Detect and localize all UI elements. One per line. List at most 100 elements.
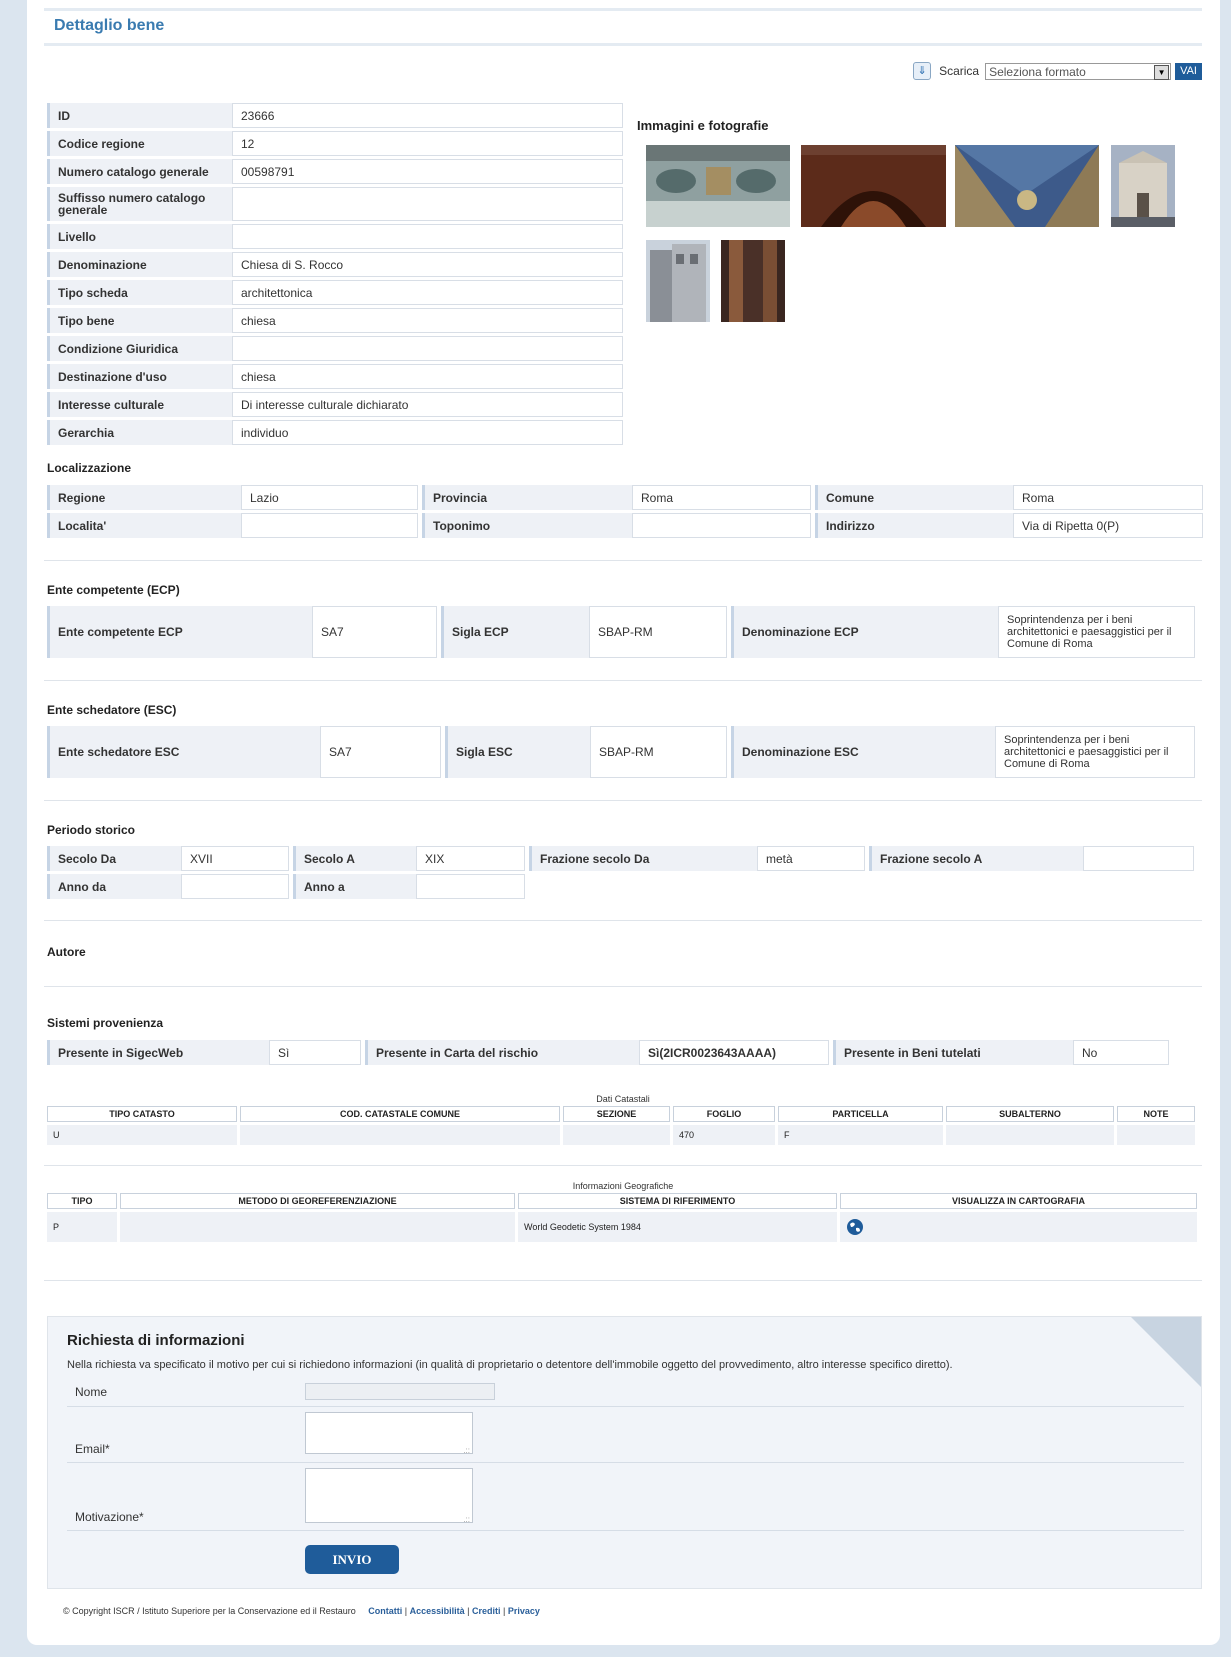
detail-label: ID: [47, 103, 232, 128]
detail-label: Denominazione: [47, 252, 232, 277]
detail-row: Destinazione d'uso chiesa: [47, 364, 623, 389]
localizzazione-row-2: Localita' Toponimo Indirizzo Via di Ripe…: [47, 513, 1203, 538]
form-corner-decoration: [1131, 1317, 1201, 1387]
images-title: Immagini e fotografie: [637, 118, 769, 133]
catastali-col-header: COD. CATASTALE COMUNE: [240, 1106, 560, 1122]
geo-col-header: METODO DI GEOREFERENZIAZIONE: [120, 1193, 515, 1209]
chevron-down-icon[interactable]: ▼: [1154, 64, 1170, 80]
comune-label: Comune: [815, 485, 1013, 510]
detail-row: Interesse culturale Di interesse cultural…: [47, 392, 623, 417]
periodo-row-2: Anno da Anno a: [47, 874, 525, 899]
geo-header: TIPO METODO DI GEOREFERENZIAZIONE SISTEM…: [47, 1193, 1197, 1209]
secolo-a-label: Secolo A: [293, 846, 416, 871]
divider: [44, 986, 1202, 987]
privacy-link[interactable]: Privacy: [508, 1606, 540, 1616]
catastali-cell: [1117, 1125, 1195, 1145]
copyright-text: © Copyright ISCR / Istituto Superiore pe…: [63, 1606, 356, 1616]
anno-da-label: Anno da: [47, 874, 181, 899]
form-row-email: Email*: [67, 1407, 1184, 1463]
beni-tutelati-label: Presente in Beni tutelati: [833, 1040, 1073, 1065]
table-row: U 470 F: [47, 1125, 1195, 1145]
ecp-den-value: Soprintendenza per i beni architettonici…: [998, 606, 1195, 658]
ecp-sigla-label: Sigla ECP: [441, 606, 589, 658]
localita-value: [241, 513, 418, 538]
divider: [44, 1165, 1202, 1166]
geo-cell: P: [47, 1212, 117, 1242]
globe-icon[interactable]: [846, 1218, 864, 1236]
table-row: P World Geodetic System 1984: [47, 1212, 1197, 1242]
form-row-nome: Nome: [67, 1379, 1184, 1407]
detail-value: individuo: [232, 420, 623, 445]
periodo-row-1: Secolo Da XVII Secolo A XIX Frazione sec…: [47, 846, 1194, 871]
page-container: Dettaglio bene ⇓ Scarica Seleziona forma…: [27, 0, 1220, 1645]
detail-value: [232, 187, 623, 221]
provincia-value: Roma: [632, 485, 811, 510]
email-field[interactable]: [305, 1412, 473, 1455]
catastali-col-header: FOGLIO: [673, 1106, 775, 1122]
contatti-link[interactable]: Contatti: [368, 1606, 402, 1616]
frazione-da-value: metà: [757, 846, 865, 871]
download-icon[interactable]: ⇓: [913, 62, 932, 80]
localita-label: Localita': [47, 513, 241, 538]
detail-value: 23666: [232, 103, 623, 128]
detail-label: Destinazione d'uso: [47, 364, 232, 389]
invio-button[interactable]: INVIO: [305, 1545, 399, 1574]
format-select-value: Seleziona formato: [989, 64, 1086, 79]
indirizzo-label: Indirizzo: [815, 513, 1013, 538]
esc-sigla-value: SBAP-RM: [590, 726, 727, 778]
toponimo-value: [632, 513, 811, 538]
anno-a-value: [416, 874, 525, 899]
detail-label: Tipo bene: [47, 308, 232, 333]
catastali-col-header: TIPO CATASTO: [47, 1106, 237, 1122]
catastali-header: TIPO CATASTO COD. CATASTALE COMUNE SEZIO…: [47, 1106, 1195, 1122]
esc-row: Ente schedatore ESC SA7 Sigla ESC SBAP-R…: [47, 726, 1195, 778]
detail-label: Interesse culturale: [47, 392, 232, 417]
catastali-col-header: PARTICELLA: [778, 1106, 943, 1122]
detail-row: Tipo scheda architettonica: [47, 280, 623, 305]
geo-col-header: SISTEMA DI RIFERIMENTO: [518, 1193, 837, 1209]
content: Dettaglio bene ⇓ Scarica Seleziona forma…: [44, 0, 1203, 1616]
ecp-row: Ente competente ECP SA7 Sigla ECP SBAP-R…: [47, 606, 1195, 658]
localizzazione-row-1: Regione Lazio Provincia Roma Comune Roma: [47, 485, 1203, 510]
sistemi-row: Presente in SigecWeb Sì Presente in Cart…: [47, 1040, 1169, 1065]
beni-tutelati-value: No: [1073, 1040, 1169, 1065]
divider: [44, 680, 1202, 681]
vai-button[interactable]: VAI: [1175, 62, 1202, 80]
detail-row: Livello: [47, 224, 623, 249]
motivazione-field[interactable]: [305, 1468, 473, 1524]
esc-ente-value: SA7: [320, 726, 441, 778]
thumbnail-image[interactable]: [1111, 145, 1175, 227]
nome-label: Nome: [75, 1385, 108, 1399]
provincia-label: Provincia: [422, 485, 632, 510]
form-description: Nella richiesta va specificato il motivo…: [67, 1359, 953, 1371]
geo-col-header: TIPO: [47, 1193, 117, 1209]
catastali-cell: F: [778, 1125, 943, 1145]
thumbnail-image[interactable]: [721, 240, 785, 322]
esc-title: Ente schedatore (ESC): [47, 703, 177, 717]
thumbnail-image[interactable]: [955, 145, 1099, 227]
details-table: ID 23666 Codice regione 12 Numero catalogo…: [47, 100, 623, 448]
detail-label: Condizione Giuridica: [47, 336, 232, 361]
accessibilita-link[interactable]: Accessibilità: [410, 1606, 465, 1616]
detail-row: Condizione Giuridica: [47, 336, 623, 361]
format-select[interactable]: Seleziona formato ▼: [985, 62, 1172, 80]
detail-row: Gerarchia individuo: [47, 420, 623, 445]
sigecweb-label: Presente in SigecWeb: [47, 1040, 269, 1065]
regione-value: Lazio: [241, 485, 418, 510]
regione-label: Regione: [47, 485, 241, 510]
crediti-link[interactable]: Crediti: [472, 1606, 501, 1616]
thumbnail-image[interactable]: [646, 145, 790, 227]
secolo-a-value: XIX: [416, 846, 525, 871]
form-title: Richiesta di informazioni: [67, 1332, 245, 1349]
detail-row: Denominazione Chiesa di S. Rocco: [47, 252, 623, 277]
divider: [44, 560, 1202, 561]
secolo-da-value: XVII: [181, 846, 289, 871]
sistemi-title: Sistemi provenienza: [47, 1016, 164, 1030]
catastali-cell: 470: [673, 1125, 775, 1145]
thumbnail-image[interactable]: [801, 145, 946, 227]
thumbnail-image[interactable]: [646, 240, 710, 322]
nome-input[interactable]: [305, 1383, 495, 1400]
download-label: Scarica: [939, 64, 980, 78]
detail-value: 00598791: [232, 159, 623, 184]
carta-rischio-value: Sì(2ICR0023643AAAA): [639, 1040, 829, 1065]
